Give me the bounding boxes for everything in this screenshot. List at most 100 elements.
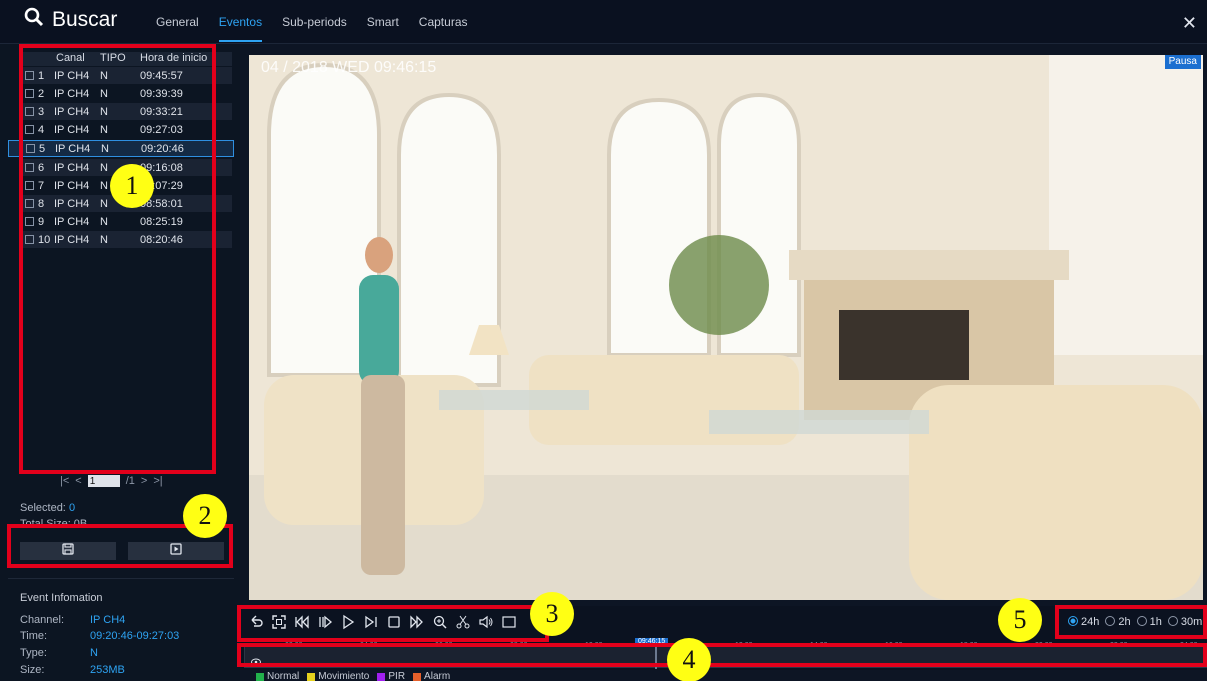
fullscreen-icon[interactable] (271, 614, 287, 630)
row-checkbox[interactable] (25, 107, 34, 116)
row-checkbox[interactable] (25, 199, 34, 208)
back-icon[interactable] (248, 614, 264, 630)
video-playback[interactable]: 04 / 2018 WED 09:46:15 Pausa (249, 55, 1203, 600)
table-row[interactable]: 9 IP CH4 N 08:25:19 (20, 213, 232, 230)
slow-play-icon[interactable] (317, 614, 333, 630)
play-icon[interactable] (340, 614, 356, 630)
row-start-time: 09:39:39 (140, 87, 183, 100)
audio-icon[interactable] (478, 614, 494, 630)
row-number: 8 (38, 197, 45, 210)
table-row[interactable]: 1 IP CH4 N 09:45:57 (20, 67, 232, 84)
column-header-canal[interactable]: Canal (54, 52, 100, 66)
event-type-legend: Normal Movimiento PIR Alarm (256, 671, 450, 681)
timeline-track[interactable]: 02:00 04:00 06:00 08:00 10:00 12:00 14:0… (244, 638, 1207, 671)
marker-5: 5 (998, 598, 1042, 642)
total-size: Total Size: 0B (20, 518, 88, 530)
table-row[interactable]: 4 IP CH4 N 09:27:03 (20, 121, 232, 138)
range-option-24h[interactable]: 24h (1068, 616, 1099, 628)
row-channel: IP CH4 (54, 197, 90, 210)
table-header: Canal TIPO Hora de inicio (20, 52, 232, 66)
column-header-hora[interactable]: Hora de inicio (134, 52, 214, 66)
last-page-icon[interactable]: >| (153, 475, 162, 487)
fast-forward-icon[interactable] (409, 614, 425, 630)
row-number: 3 (38, 105, 45, 118)
stop-icon[interactable] (386, 614, 402, 630)
legend-movimiento: Movimiento (307, 671, 369, 681)
timeline-tick-label: 06:00 (435, 642, 453, 649)
fast-rewind-icon[interactable] (294, 614, 310, 630)
row-checkbox[interactable] (25, 71, 34, 80)
tab-eventos[interactable]: Eventos (218, 15, 263, 42)
first-page-icon[interactable]: |< (60, 475, 69, 487)
row-checkbox[interactable] (26, 144, 35, 153)
timeline-tick-label: 02:00 (285, 642, 303, 649)
radio-icon (1136, 616, 1147, 626)
row-channel: IP CH4 (54, 161, 90, 174)
table-row[interactable]: 2 IP CH4 N 09:39:39 (20, 85, 232, 102)
marker-2: 2 (183, 494, 227, 538)
backup-button[interactable] (20, 542, 116, 560)
legend-normal: Normal (256, 671, 299, 681)
pagination: |< < /1 > >| (60, 475, 163, 487)
row-checkbox[interactable] (25, 89, 34, 98)
event-type-value: N (90, 647, 98, 659)
tab-general[interactable]: General (156, 15, 199, 42)
selected-value: 0 (68, 502, 76, 514)
row-start-time: 09:33:21 (140, 105, 183, 118)
event-type-label: Type: (20, 647, 47, 659)
column-header-tipo[interactable]: TIPO (100, 52, 134, 66)
event-channel-label: Channel: (20, 614, 65, 626)
timeline-tick-label: 20:00 (1035, 642, 1053, 649)
play-box-icon (170, 542, 182, 560)
snapshot-icon[interactable] (501, 614, 517, 630)
table-row[interactable]: 10 IP CH4 N 08:20:46 (20, 231, 232, 248)
eye-icon[interactable] (251, 653, 261, 671)
timeline-cursor[interactable] (655, 647, 657, 669)
zoom-in-icon[interactable] (432, 614, 448, 630)
timeline-current-time: 09:46:15 (635, 638, 669, 645)
row-checkbox[interactable] (25, 235, 34, 244)
row-channel: IP CH4 (54, 215, 90, 228)
range-option-2h[interactable]: 2h (1105, 616, 1131, 628)
prev-page-icon[interactable]: < (75, 475, 81, 487)
event-channel-value: IP CH4 (90, 614, 126, 626)
range-label: 1h (1149, 616, 1162, 628)
row-channel: IP CH4 (54, 87, 90, 100)
timeline-tick-label: 12:00 (735, 642, 753, 649)
tab-capturas[interactable]: Capturas (419, 15, 468, 42)
close-icon[interactable]: ✕ (1182, 14, 1197, 32)
event-size-label: Size: (20, 664, 45, 676)
range-label: 2h (1118, 616, 1131, 628)
tab-smart[interactable]: Smart (367, 15, 399, 42)
legend-label: Normal (267, 671, 300, 681)
row-channel: IP CH4 (54, 69, 90, 82)
play-selected-button[interactable] (128, 542, 224, 560)
row-checkbox[interactable] (25, 217, 34, 226)
app-title: Buscar (24, 7, 117, 32)
row-number: 5 (39, 142, 46, 155)
row-checkbox[interactable] (25, 125, 34, 134)
table-row-selected[interactable]: 5 IP CH4 N 09:20:46 (8, 140, 234, 157)
next-page-icon[interactable]: > (141, 475, 147, 487)
timeline-tick-label: 04:00 (360, 642, 378, 649)
clip-scissors-icon[interactable] (455, 614, 471, 630)
row-checkbox[interactable] (25, 163, 34, 172)
range-option-1h[interactable]: 1h (1136, 616, 1162, 628)
row-start-time: 09:27:03 (140, 123, 183, 136)
timeline-tick-label: 08:00 (510, 642, 528, 649)
event-time-value: 09:20:46-09:27:03 (90, 630, 180, 642)
timeline-tick-label: 16:00 (885, 642, 903, 649)
timeline: 02:00 04:00 06:00 08:00 10:00 12:00 14:0… (240, 638, 1207, 671)
step-forward-icon[interactable] (363, 614, 379, 630)
page-number-input[interactable] (87, 475, 120, 487)
row-start-time: 08:58:01 (140, 197, 183, 210)
table-row[interactable]: 3 IP CH4 N 09:33:21 (20, 103, 232, 120)
range-option-30m[interactable]: 30m (1167, 616, 1202, 628)
radio-icon (1105, 616, 1116, 626)
search-icon (24, 7, 44, 32)
row-checkbox[interactable] (25, 181, 34, 190)
room-scene-image (249, 55, 1203, 600)
tab-sub-periods[interactable]: Sub-periods (282, 15, 347, 42)
event-info-title: Event Infomation (20, 592, 103, 604)
row-type: N (100, 215, 108, 228)
